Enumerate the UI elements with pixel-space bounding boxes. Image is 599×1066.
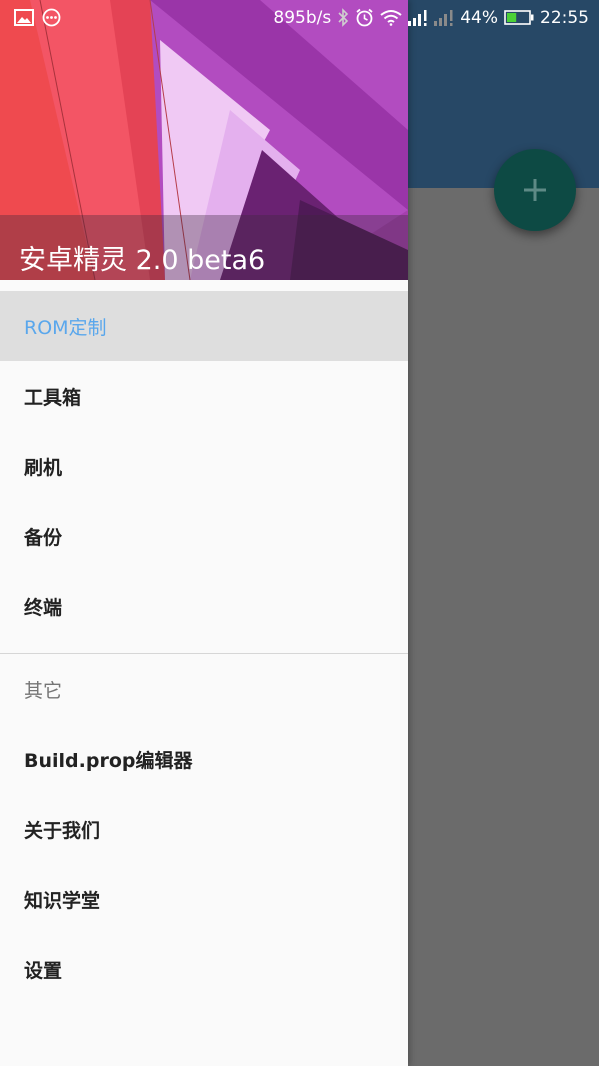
drawer-header: 安卓精灵 2.0 beta6 (0, 0, 408, 280)
menu-item-rom-custom[interactable]: ROM定制 (0, 291, 408, 361)
drawer-menu: ROM定制 工具箱 刷机 备份 终端 其它 Build.prop编辑器 关于我们… (0, 291, 408, 1004)
menu-item-about-us[interactable]: 关于我们 (0, 794, 408, 864)
drawer-title: 安卓精灵 2.0 beta6 (19, 245, 266, 276)
section-header-other: 其它 (24, 679, 63, 702)
wifi-icon (380, 10, 402, 26)
menu-item-knowledge[interactable]: 知识学堂 (0, 864, 408, 934)
signal-sim1-icon (408, 9, 427, 26)
add-fab-button[interactable] (494, 149, 576, 231)
menu-item-label: 关于我们 (24, 819, 101, 842)
signal-sim2-icon (434, 9, 453, 26)
menu-item-label: Build.prop编辑器 (24, 749, 193, 772)
menu-item-label: 知识学堂 (24, 889, 101, 912)
menu-item-label: 工具箱 (24, 386, 82, 409)
network-speed: 895b/s (273, 7, 332, 28)
battery-icon (504, 10, 534, 25)
menu-item-build-prop-editor[interactable]: Build.prop编辑器 (0, 724, 408, 794)
menu-item-label: 终端 (24, 596, 63, 619)
status-bar: 895b/s 44% 22:55 (0, 0, 599, 35)
alarm-icon (356, 8, 373, 27)
menu-item-backup[interactable]: 备份 (0, 501, 408, 571)
gallery-notification-icon (14, 9, 34, 26)
menu-item-toolbox[interactable]: 工具箱 (0, 361, 408, 431)
menu-item-terminal[interactable]: 终端 (0, 571, 408, 641)
bluetooth-icon (338, 8, 349, 27)
navigation-drawer: 安卓精灵 2.0 beta6 ROM定制 工具箱 刷机 备份 终端 其它 Bui… (0, 0, 408, 1066)
battery-percent: 44% (460, 7, 498, 28)
menu-item-label: 刷机 (24, 456, 63, 479)
menu-item-settings[interactable]: 设置 (0, 934, 408, 1004)
more-notification-icon (42, 8, 61, 27)
menu-item-label: 备份 (24, 526, 63, 549)
menu-item-label: ROM定制 (24, 316, 107, 339)
menu-item-flash[interactable]: 刷机 (0, 431, 408, 501)
clock: 22:55 (540, 7, 589, 28)
menu-item-label: 设置 (24, 959, 63, 982)
plus-icon (524, 179, 546, 201)
